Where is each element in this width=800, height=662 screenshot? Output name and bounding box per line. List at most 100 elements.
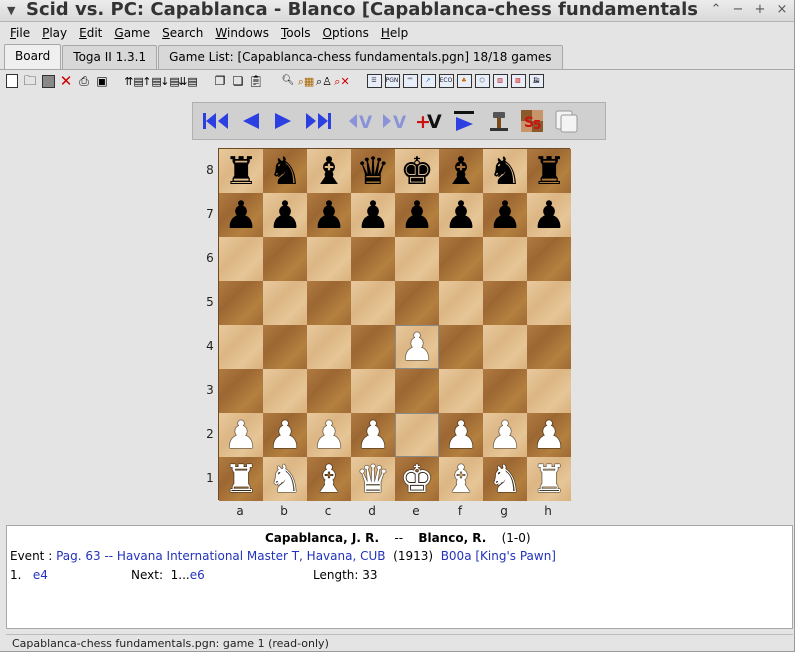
maximize-icon[interactable]: + xyxy=(754,2,766,17)
tab-2[interactable]: Game List: [Capablanca-chess fundamental… xyxy=(158,45,563,69)
square-a8[interactable]: ♜ xyxy=(219,149,263,193)
tree-icon[interactable]: ♣ xyxy=(456,73,472,89)
square-d1[interactable]: ♛ xyxy=(351,457,395,501)
square-c8[interactable]: ♝ xyxy=(307,149,351,193)
square-g8[interactable]: ♞ xyxy=(483,149,527,193)
copy-icon[interactable]: ❐ xyxy=(212,73,228,89)
stats-icon[interactable]: ▨ xyxy=(510,73,526,89)
black-knight-piece[interactable]: ♞ xyxy=(488,152,522,190)
square-b8[interactable]: ♞ xyxy=(263,149,307,193)
square-a3[interactable] xyxy=(219,369,263,413)
window-toggle-button[interactable] xyxy=(549,105,583,137)
square-d2[interactable]: ♟ xyxy=(351,413,395,457)
black-knight-piece[interactable]: ♞ xyxy=(268,152,302,190)
white-knight-piece[interactable]: ♞ xyxy=(268,460,302,498)
next-move-link[interactable]: e6 xyxy=(190,568,205,582)
square-h6[interactable] xyxy=(527,237,571,281)
menu-help[interactable]: Help xyxy=(375,26,414,40)
white-rook-piece[interactable]: ♜ xyxy=(224,460,258,498)
white-pawn-piece[interactable]: ♟ xyxy=(532,416,566,454)
square-f2[interactable]: ♟ xyxy=(439,413,483,457)
event-link[interactable]: Pag. 63 -- Havana International Master T… xyxy=(56,549,385,563)
square-e1[interactable]: ♚ xyxy=(395,457,439,501)
menu-play[interactable]: Play xyxy=(36,26,73,40)
square-g7[interactable]: ♟ xyxy=(483,193,527,237)
minimize-icon[interactable]: − xyxy=(732,2,744,17)
tab-0[interactable]: Board xyxy=(4,44,62,69)
black-bishop-piece[interactable]: ♝ xyxy=(312,152,346,190)
white-bishop-piece[interactable]: ♝ xyxy=(312,460,346,498)
black-player[interactable]: Blanco, R. xyxy=(418,531,486,545)
gamelist-icon[interactable]: ☰ xyxy=(366,73,382,89)
square-h3[interactable] xyxy=(527,369,571,413)
square-e4[interactable]: ♟ xyxy=(395,325,439,369)
square-d5[interactable] xyxy=(351,281,395,325)
black-pawn-piece[interactable]: ♟ xyxy=(268,196,302,234)
square-f4[interactable] xyxy=(439,325,483,369)
square-b5[interactable] xyxy=(263,281,307,325)
square-c2[interactable]: ♟ xyxy=(307,413,351,457)
print-icon[interactable]: ⎙ xyxy=(76,73,92,89)
square-h8[interactable]: ♜ xyxy=(527,149,571,193)
black-king-piece[interactable]: ♚ xyxy=(400,152,434,190)
menu-windows[interactable]: Windows xyxy=(209,26,275,40)
white-pawn-piece[interactable]: ♟ xyxy=(268,416,302,454)
square-e8[interactable]: ♚ xyxy=(395,149,439,193)
forward-button[interactable] xyxy=(267,105,301,137)
square-e6[interactable] xyxy=(395,237,439,281)
open-icon[interactable]: 🗀 xyxy=(22,73,38,89)
black-pawn-piece[interactable]: ♟ xyxy=(312,196,346,234)
black-rook-piece[interactable]: ♜ xyxy=(532,152,566,190)
white-pawn-piece[interactable]: ♟ xyxy=(356,416,390,454)
square-b1[interactable]: ♞ xyxy=(263,457,307,501)
search-clear-icon[interactable]: ⌕✕ xyxy=(334,73,350,89)
square-g1[interactable]: ♞ xyxy=(483,457,527,501)
new-document-icon[interactable] xyxy=(4,73,20,89)
square-h7[interactable]: ♟ xyxy=(527,193,571,237)
enter-variation-button[interactable]: V xyxy=(379,105,413,137)
white-knight-piece[interactable]: ♞ xyxy=(488,460,522,498)
square-c6[interactable] xyxy=(307,237,351,281)
square-g4[interactable] xyxy=(483,325,527,369)
white-pawn-piece[interactable]: ♟ xyxy=(488,416,522,454)
move-first-icon[interactable]: ⇈▤ xyxy=(124,73,144,89)
white-pawn-piece[interactable]: ♟ xyxy=(444,416,478,454)
white-bishop-piece[interactable]: ♝ xyxy=(444,460,478,498)
black-rook-piece[interactable]: ♜ xyxy=(224,152,258,190)
square-f7[interactable]: ♟ xyxy=(439,193,483,237)
menu-edit[interactable]: Edit xyxy=(73,26,108,40)
square-b6[interactable] xyxy=(263,237,307,281)
square-c5[interactable] xyxy=(307,281,351,325)
white-pawn-piece[interactable]: ♟ xyxy=(312,416,346,454)
square-c7[interactable]: ♟ xyxy=(307,193,351,237)
black-queen-piece[interactable]: ♛ xyxy=(356,152,390,190)
square-h5[interactable] xyxy=(527,281,571,325)
square-e2[interactable] xyxy=(395,413,439,457)
square-a4[interactable] xyxy=(219,325,263,369)
close-window-icon[interactable]: × xyxy=(776,2,788,17)
exit-variation-button[interactable]: V xyxy=(345,105,379,137)
menu-game[interactable]: Game xyxy=(108,26,156,40)
trial-mode-button[interactable] xyxy=(481,105,515,137)
square-c4[interactable] xyxy=(307,325,351,369)
square-b3[interactable] xyxy=(263,369,307,413)
tab-1[interactable]: Toga II 1.3.1 xyxy=(62,45,158,69)
menu-file[interactable]: File xyxy=(4,26,36,40)
eco-icon[interactable]: ECO xyxy=(438,73,454,89)
square-h4[interactable] xyxy=(527,325,571,369)
goto-start-button[interactable] xyxy=(199,105,233,137)
move-back-icon[interactable]: ↑▤ xyxy=(142,73,162,89)
goto-end-button[interactable] xyxy=(301,105,335,137)
move-forward-icon[interactable]: ↓▤ xyxy=(160,73,180,89)
analysis-icon[interactable]: ↗ xyxy=(420,73,436,89)
save-icon[interactable] xyxy=(40,73,56,89)
window-menu-icon[interactable]: ▼ xyxy=(7,4,15,17)
move-last-icon[interactable]: ⇊▤ xyxy=(178,73,198,89)
current-move-link[interactable]: e4 xyxy=(33,568,48,582)
back-button[interactable] xyxy=(233,105,267,137)
search-board-icon[interactable]: ⌕▦ xyxy=(298,73,315,89)
square-e5[interactable] xyxy=(395,281,439,325)
square-d3[interactable] xyxy=(351,369,395,413)
finder-icon[interactable]: ▣ xyxy=(94,73,110,89)
paste-icon[interactable]: ❏ xyxy=(230,73,246,89)
